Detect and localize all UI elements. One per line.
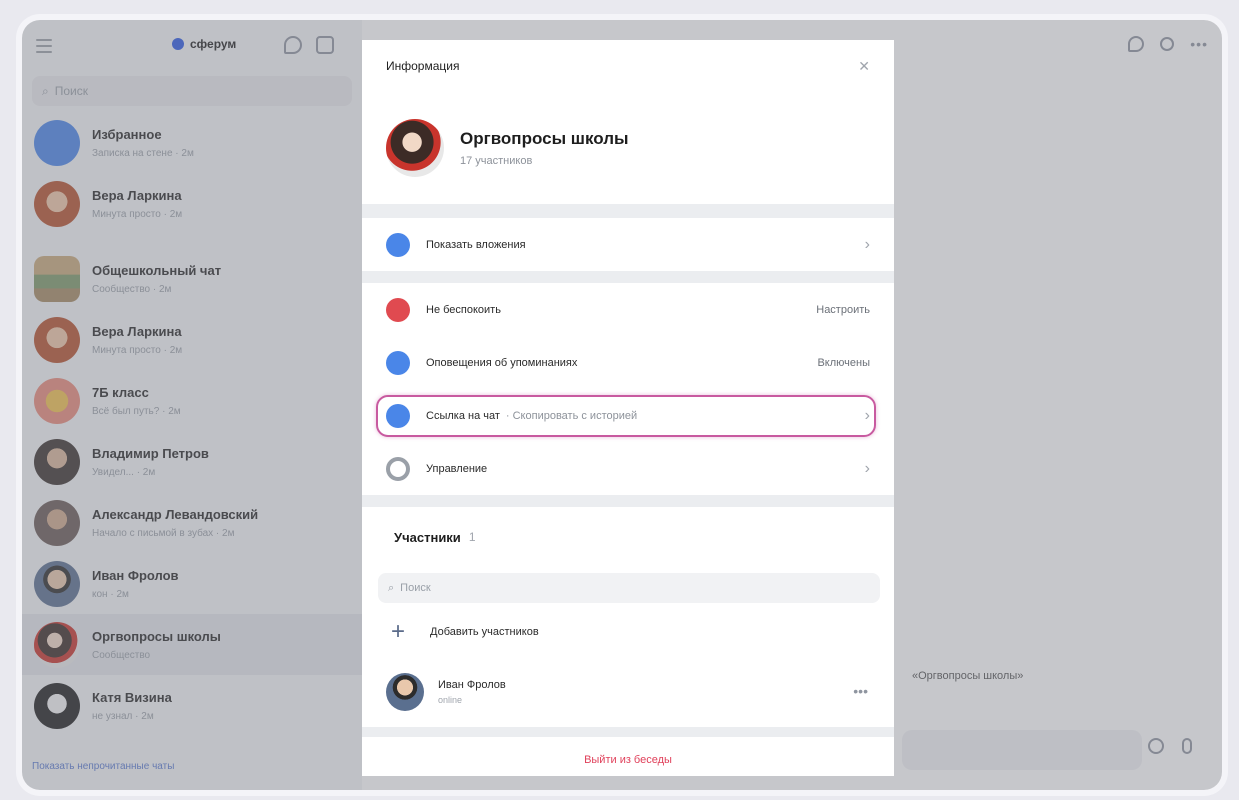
row-label: Оповещения об упоминаниях (426, 356, 578, 369)
row-value: Настроить (816, 303, 870, 316)
search-placeholder: Поиск (400, 582, 431, 594)
add-members-button[interactable]: + Добавить участников (362, 603, 894, 661)
more-icon[interactable]: ••• (853, 683, 868, 699)
chevron-right-icon: › (864, 459, 870, 477)
members-title: Участники (394, 529, 461, 545)
mention-notifications-row[interactable]: Оповещения об упоминаниях Включены (362, 336, 894, 389)
row-label: Управление (426, 462, 488, 475)
chat-profile: Оргвопросы школы 17 участников (362, 92, 894, 204)
members-header: Участники 1 (362, 507, 894, 567)
chevron-right-icon: › (864, 235, 870, 253)
info-modal: Информация ✕ Оргвопросы школы 17 участни… (362, 40, 894, 776)
modal-header: Информация ✕ (362, 40, 894, 92)
show-attachments-row[interactable]: Показать вложения › (362, 218, 894, 271)
plus-icon: + (390, 618, 405, 645)
row-label: Показать вложения (426, 238, 526, 251)
members-count: 1 (468, 530, 476, 544)
row-value: Включены (817, 356, 870, 369)
add-members-label: Добавить участников (430, 626, 539, 638)
row-label: Не беспокоить (426, 303, 501, 316)
search-icon: ⌕ (388, 581, 395, 594)
gear-icon (386, 456, 410, 481)
leave-chat-button[interactable]: Выйти из беседы (362, 737, 894, 776)
leave-chat-label: Выйти из беседы (584, 754, 672, 766)
management-row[interactable]: Управление › (362, 442, 894, 495)
speaker-icon (386, 297, 410, 322)
close-icon[interactable]: ✕ (858, 58, 870, 75)
modal-title: Информация (386, 59, 460, 73)
chat-avatar[interactable] (386, 119, 444, 177)
mention-icon (386, 350, 410, 375)
do-not-disturb-row[interactable]: Не беспокоить Настроить (362, 283, 894, 336)
highlight-frame (376, 395, 876, 437)
avatar (386, 673, 424, 711)
member-count: 17 участников (460, 155, 533, 167)
members-search-input[interactable]: ⌕ Поиск (378, 573, 880, 603)
member-name: Иван Фролов (438, 679, 506, 691)
member-row[interactable]: Иван Фролов online ••• (362, 661, 894, 723)
member-status: online (438, 695, 463, 705)
chat-link-row[interactable]: Ссылка на чат · Скопировать с историей › (362, 389, 894, 442)
chat-title: Оргвопросы школы (460, 129, 629, 148)
attachments-icon (386, 232, 410, 257)
